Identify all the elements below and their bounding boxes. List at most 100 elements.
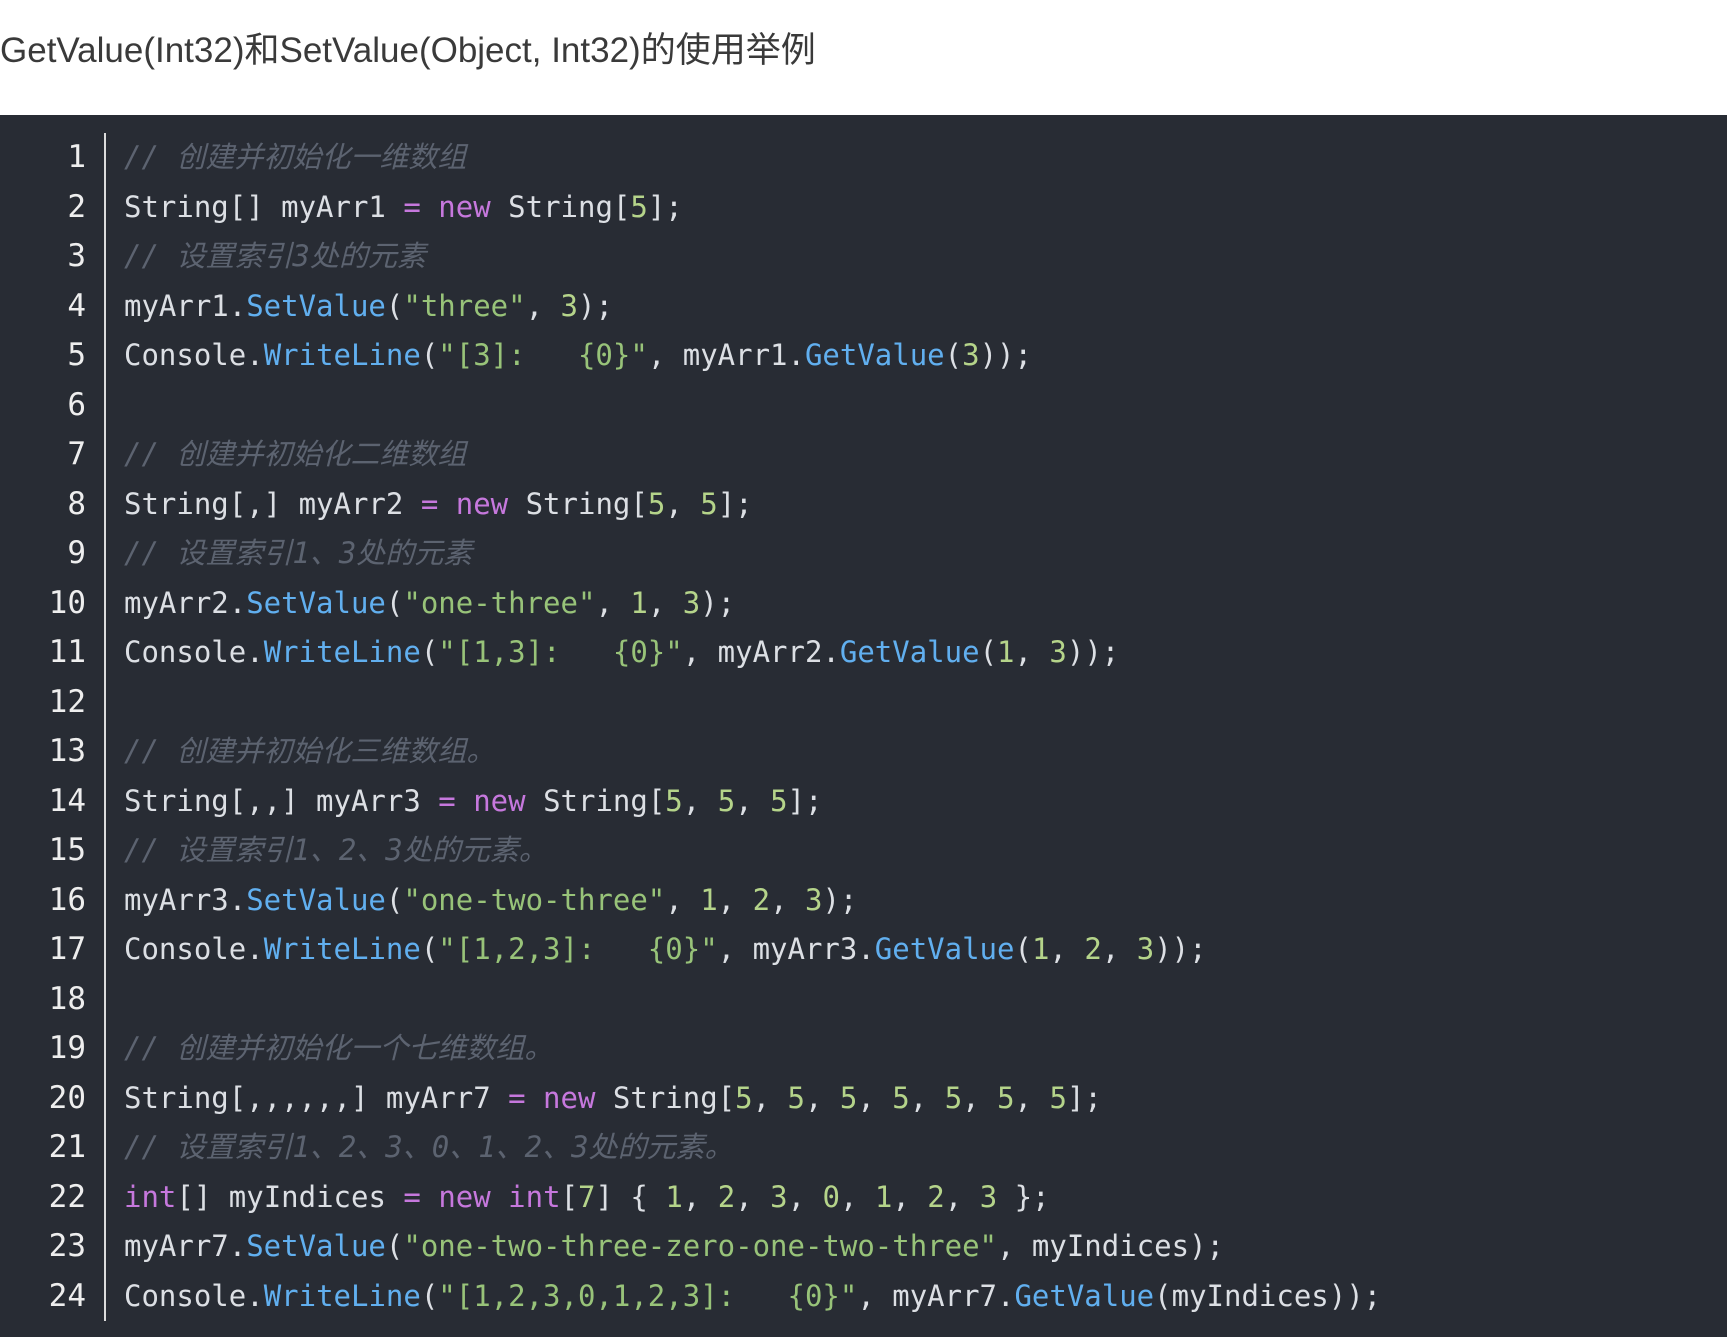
- code-token-number: 5: [770, 783, 788, 818]
- line-number: 11: [48, 634, 86, 670]
- code-token-number: 1: [874, 1179, 893, 1214]
- code-token-plain: ];: [647, 189, 683, 224]
- code-token-string: "[1,2,3]: {0}": [438, 932, 718, 966]
- code-token-number: 1: [700, 882, 718, 917]
- code-token-number: 1: [665, 1179, 683, 1214]
- code-token-method: SetValue: [246, 288, 386, 323]
- code-token-number: 5: [839, 1080, 858, 1115]
- code-token-keyword: =: [403, 1179, 421, 1214]
- code-token-comment: // 创建并初始化三维数组。: [124, 734, 496, 768]
- code-token-plain: (: [385, 882, 404, 917]
- line-number: 9: [67, 535, 86, 571]
- code-token-number: 3: [962, 338, 980, 372]
- code-token-plain: ,: [909, 1080, 945, 1115]
- line-number: 8: [67, 485, 86, 522]
- code-token-plain: (: [979, 635, 998, 669]
- code-line: String[] myArr1 = new String[5];: [124, 183, 1727, 233]
- line-number: 7: [67, 436, 86, 472]
- code-line: myArr3.SetValue("one-two-three", 1, 2, 3…: [124, 876, 1727, 926]
- line-number: 24: [48, 1277, 86, 1314]
- code-token-number: 5: [630, 189, 648, 224]
- line-number: 12: [48, 683, 86, 720]
- code-token-keyword: new: [455, 486, 509, 521]
- code-token-keyword: =: [403, 189, 421, 224]
- code-token-number: 5: [700, 486, 718, 521]
- code-token-plain: myArr7.: [124, 1229, 247, 1263]
- code-token-plain: ];: [787, 783, 823, 818]
- code-token-number: 5: [892, 1080, 910, 1115]
- code-line: Console.WriteLine("[3]: {0}", myArr1.Get…: [124, 331, 1727, 381]
- code-token-number: 1: [630, 585, 648, 620]
- line-number: 18: [48, 980, 86, 1017]
- code-token-number: 1: [997, 635, 1015, 669]
- code-token-plain: ,: [595, 585, 631, 620]
- code-token-plain: ,: [1049, 932, 1085, 966]
- code-token-method: WriteLine: [263, 338, 421, 372]
- code-token-number: 5: [997, 1080, 1015, 1115]
- code-line: Console.WriteLine("[1,3]: {0}", myArr2.G…: [124, 628, 1727, 678]
- code-line: myArr1.SetValue("three", 3);: [124, 282, 1727, 332]
- code-token-plain: String[,,,,,,] myArr7: [124, 1080, 509, 1115]
- code-token-string: "[1,3]: {0}": [438, 635, 683, 669]
- code-token-plain: Console.: [124, 1278, 264, 1313]
- code-token-method: GetValue: [1014, 1278, 1155, 1313]
- code-token-plain: [] myIndices: [176, 1179, 404, 1214]
- code-token-number: 3: [1049, 635, 1067, 669]
- code-token-plain: ,: [1101, 932, 1137, 966]
- code-line: String[,] myArr2 = new String[5, 5];: [124, 480, 1727, 530]
- code-token-plain: );: [577, 288, 613, 323]
- code-token-plain: (: [420, 635, 439, 669]
- code-line: int[] myIndices = new int[7] { 1, 2, 3, …: [124, 1173, 1727, 1223]
- code-token-plain: ,: [682, 783, 718, 818]
- code-token-plain: myArr3.: [124, 882, 247, 917]
- code-token-plain: ,: [962, 1080, 998, 1115]
- code-token-plain: ));: [1066, 635, 1120, 669]
- line-number: 2: [67, 188, 86, 225]
- code-token-string: "[1,2,3,0,1,2,3]: {0}": [438, 1278, 858, 1313]
- code-token-number: 3: [1136, 932, 1155, 966]
- code-token-plain: );: [822, 882, 858, 917]
- line-number: 23: [48, 1228, 86, 1264]
- code-content[interactable]: // 创建并初始化一维数组 String[] myArr1 = new Strin…: [124, 133, 1727, 1321]
- code-token-method: WriteLine: [263, 1278, 421, 1313]
- code-token-plain: ,: [525, 288, 561, 323]
- code-token-plain: Console.: [124, 635, 264, 669]
- line-number: 15: [48, 832, 86, 868]
- line-number-gutter: 1 2 3 4 5 6 7 8 9 10 11 12 13 14 15 16 17 18 19 20 21 22 23 24: [0, 133, 106, 1321]
- code-token-plain: myArr2.: [124, 585, 247, 620]
- code-token-plain: , myArr1.: [647, 338, 805, 372]
- code-token-plain: (: [944, 338, 963, 372]
- code-token-number: 5: [1049, 1080, 1067, 1115]
- line-number: 6: [67, 386, 86, 423]
- code-line: Console.WriteLine("[1,2,3]: {0}", myArr3…: [124, 925, 1727, 975]
- code-line: myArr7.SetValue("one-two-three-zero-one-…: [124, 1222, 1727, 1272]
- code-token-number: 2: [752, 882, 771, 917]
- code-line: String[,,] myArr3 = new String[5, 5, 5];: [124, 777, 1727, 827]
- code-token-plain: ,: [717, 882, 753, 917]
- code-token-plain: (: [420, 338, 439, 372]
- code-line: // 设置索引3处的元素: [124, 232, 1727, 282]
- code-token-plain: ,: [857, 1080, 893, 1115]
- code-token-plain: (: [1014, 932, 1032, 966]
- line-number: 17: [48, 931, 86, 967]
- code-token-plain: myArr1.: [124, 288, 247, 323]
- code-token-string: "one-two-three-zero-one-two-three": [403, 1229, 997, 1263]
- code-token-string: "one-three": [403, 585, 596, 620]
- code-token-method: SetValue: [246, 882, 386, 917]
- line-number: 4: [67, 287, 86, 324]
- code-token-comment: // 创建并初始化一维数组: [124, 140, 467, 174]
- code-token-comment: // 创建并初始化一个七维数组。: [124, 1031, 554, 1065]
- code-line: // 设置索引1、2、3处的元素。: [124, 826, 1727, 876]
- code-block[interactable]: 1 2 3 4 5 6 7 8 9 10 11 12 13 14 15 16 17 18 19 20 21 22 23 24 …: [0, 115, 1727, 1337]
- code-token-method: WriteLine: [263, 635, 421, 669]
- code-token-string: "one-two-three": [403, 882, 666, 917]
- code-token-comment: // 设置索引1、3处的元素: [124, 536, 473, 570]
- code-token-plain: , myArr3.: [717, 932, 875, 966]
- code-token-number: 5: [665, 783, 683, 818]
- code-token-plain: String[] myArr1: [124, 189, 404, 224]
- code-token-number: 2: [1084, 932, 1102, 966]
- code-token-keyword: =: [508, 1080, 526, 1115]
